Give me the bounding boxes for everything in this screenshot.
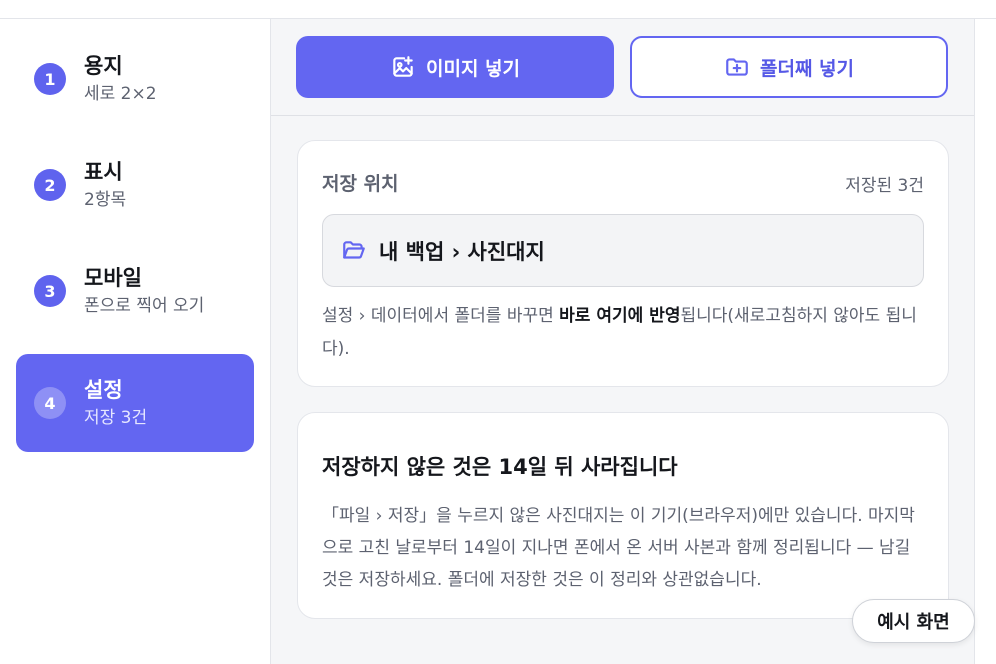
sidebar: 1 용지 세로 2×2 2 표시 2항목 3 모바일 폰으로 찍어 오기 4 설… [0, 19, 271, 664]
step-display[interactable]: 2 표시 2항목 [16, 136, 254, 234]
step-subtitle: 2항목 [84, 190, 127, 210]
step-mobile[interactable]: 3 모바일 폰으로 찍어 오기 [16, 242, 254, 340]
step-subtitle: 저장 3건 [84, 408, 148, 428]
step-subtitle: 폰으로 찍어 오기 [84, 296, 205, 316]
app-root: 1 용지 세로 2×2 2 표시 2항목 3 모바일 폰으로 찍어 오기 4 설… [0, 0, 996, 664]
step-title: 표시 [84, 160, 123, 184]
step-number: 1 [34, 63, 66, 95]
insert-folder-label: 폴더째 넣기 [759, 57, 854, 80]
top-bar [0, 0, 996, 19]
insert-folder-button[interactable]: 폴더째 넣기 [630, 36, 948, 98]
step-paper[interactable]: 1 용지 세로 2×2 [16, 30, 254, 128]
action-bar: 이미지 넣기 폴더째 넣기 [271, 19, 974, 116]
retention-body: 「파일 › 저장」을 누르지 않은 사진대지는 이 기기(브라우저)에만 있습니… [322, 506, 915, 590]
step-title: 설정 [84, 378, 123, 402]
main-panel: 이미지 넣기 폴더째 넣기 저장 위치 저장된 3건 내 백업 › 사진대지 설 [271, 19, 974, 664]
scrollbar[interactable] [974, 19, 996, 664]
saved-count: 저장된 3건 [845, 176, 924, 196]
retention-heading: 저장하지 않은 것은 14일 뒤 사라집니다 [322, 455, 678, 479]
storage-note: 설정 › 데이터에서 폴더를 바꾸면 바로 여기에 반영됩니다(새로고침하지 않… [322, 306, 917, 359]
storage-label: 저장 위치 [322, 173, 399, 195]
insert-image-label: 이미지 넣기 [425, 57, 520, 80]
storage-note-emphasis: 바로 여기에 반영 [559, 306, 681, 326]
storage-path-field[interactable]: 내 백업 › 사진대지 [322, 214, 924, 287]
folder-open-icon [343, 240, 365, 259]
storage-path: 내 백업 › 사진대지 [379, 239, 545, 264]
step-settings[interactable]: 4 설정 저장 3건 [16, 354, 254, 452]
retention-notice-card: 저장하지 않은 것은 14일 뒤 사라집니다 「파일 › 저장」을 누르지 않은… [297, 412, 949, 619]
step-subtitle: 세로 2×2 [84, 84, 157, 104]
step-title: 용지 [84, 54, 123, 78]
folder-plus-icon [726, 58, 748, 76]
step-number: 2 [34, 169, 66, 201]
step-number: 3 [34, 275, 66, 307]
storage-location-card: 저장 위치 저장된 3건 내 백업 › 사진대지 설정 › 데이터에서 폴더를 … [297, 140, 949, 387]
step-number: 4 [34, 387, 66, 419]
step-title: 모바일 [84, 266, 142, 290]
image-plus-icon [393, 56, 413, 77]
insert-image-button[interactable]: 이미지 넣기 [296, 36, 614, 98]
example-screen-badge: 예시 화면 [852, 599, 975, 643]
